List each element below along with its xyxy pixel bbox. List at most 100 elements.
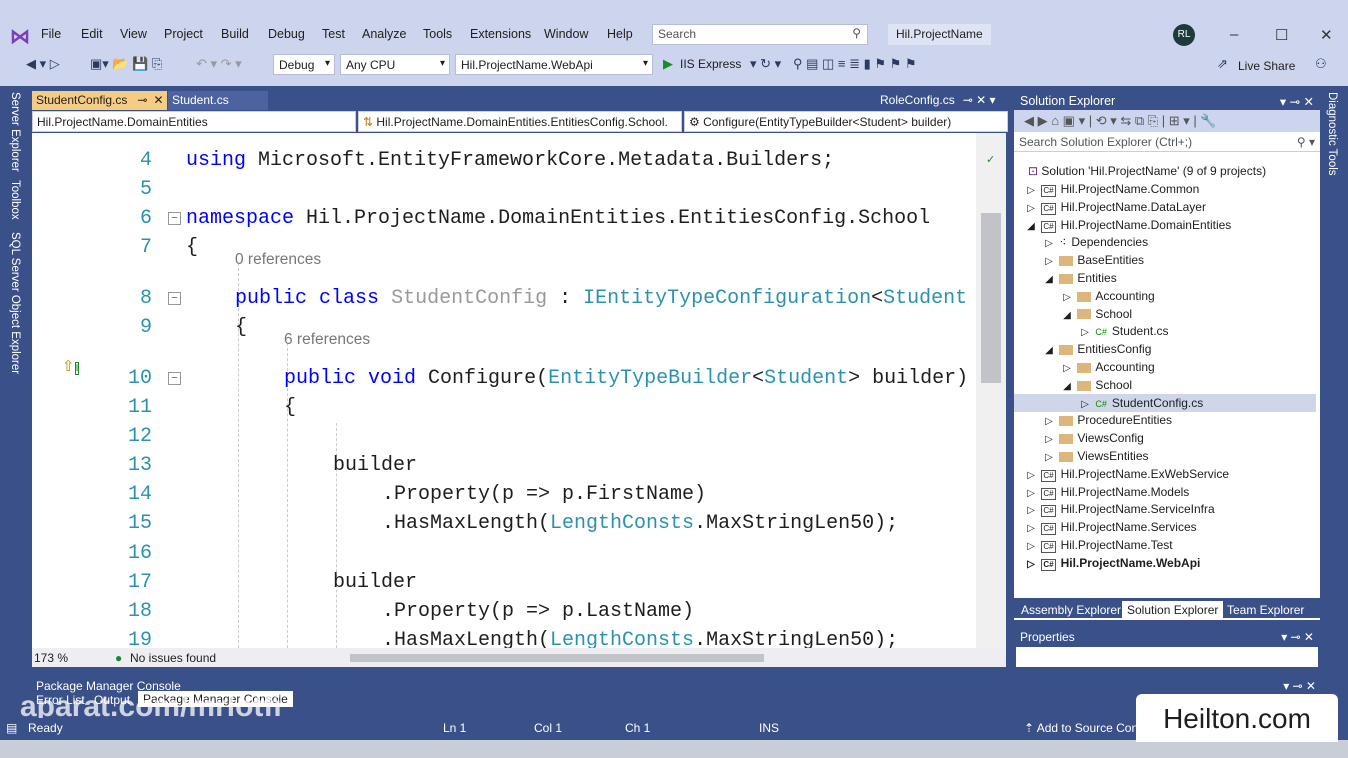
tree-item[interactable]: ◢ Entities bbox=[1014, 269, 1316, 287]
solution-name: Hil.ProjectName bbox=[888, 24, 991, 45]
issues-status[interactable]: No issues found bbox=[130, 651, 216, 665]
menu-debug[interactable]: Debug bbox=[268, 27, 305, 41]
tree-item[interactable]: ▷ ViewsConfig bbox=[1014, 429, 1316, 447]
visual-studio-logo-icon: ⋈ bbox=[10, 26, 30, 48]
menu-extensions[interactable]: Extensions bbox=[470, 27, 531, 41]
project-navbar-dropdown[interactable]: Hil.ProjectName.DomainEntities bbox=[32, 111, 356, 132]
tree-item[interactable]: ▷ C# Hil.ProjectName.DataLayer bbox=[1014, 198, 1316, 216]
minimize-button[interactable]: – bbox=[1230, 26, 1238, 43]
tree-item[interactable]: ▷ C# StudentConfig.cs bbox=[1014, 393, 1316, 412]
tab-solution-explorer[interactable]: Solution Explorer bbox=[1122, 601, 1224, 619]
live-share-button[interactable]: Live Share bbox=[1238, 59, 1295, 73]
undo-icon[interactable]: ↶ ▾ ↷ ▾ bbox=[196, 56, 242, 72]
menu-file[interactable]: File bbox=[41, 27, 61, 41]
tree-item[interactable]: ▷ Accounting bbox=[1014, 287, 1316, 305]
search-box[interactable]: Search ⚲ bbox=[652, 24, 868, 45]
refresh-icon[interactable]: ▾ ↻ ▾ bbox=[750, 56, 781, 72]
tab-label: StudentConfig.cs bbox=[36, 93, 128, 107]
close-tab-icon[interactable]: ✕ bbox=[153, 93, 163, 107]
tree-item[interactable]: ◢ School bbox=[1014, 376, 1316, 394]
tree-item[interactable]: ▷ ViewsEntities bbox=[1014, 447, 1316, 465]
collapse-icon[interactable]: − bbox=[168, 292, 181, 305]
code-line: { bbox=[284, 393, 296, 422]
maximize-button[interactable]: ☐ bbox=[1275, 26, 1288, 44]
code-token: builder bbox=[333, 571, 418, 594]
menu-test[interactable]: Test bbox=[322, 27, 345, 41]
tree-label: School bbox=[1095, 377, 1133, 392]
menu-project[interactable]: Project bbox=[164, 27, 203, 41]
live-share-icon[interactable]: ⇗ bbox=[1217, 56, 1228, 72]
zoom-level-dropdown[interactable]: 173 % bbox=[34, 651, 68, 665]
line-number: 8 bbox=[139, 287, 152, 310]
menu-help[interactable]: Help bbox=[607, 27, 633, 41]
codelens-references[interactable]: 0 references bbox=[235, 249, 321, 271]
side-tab-diagnostic-tools[interactable]: Diagnostic Tools bbox=[1326, 92, 1338, 176]
tree-item[interactable]: ▷ C# Hil.ProjectName.WebApi bbox=[1014, 554, 1316, 572]
tree-item[interactable]: ▷ C# Hil.ProjectName.Services bbox=[1014, 518, 1316, 536]
collapse-icon[interactable]: − bbox=[168, 372, 181, 385]
tree-solution-root[interactable]: ⊡ Solution 'Hil.ProjectName' (9 of 9 pro… bbox=[1028, 162, 1266, 180]
tab-roleconfig[interactable]: RoleConfig.cs ⊸ ✕ ▾ bbox=[876, 91, 1010, 110]
tree-label: Hil.ProjectName.Models bbox=[1060, 484, 1190, 499]
tree-item[interactable]: ◢ School bbox=[1014, 305, 1316, 323]
status-col: Col 1 bbox=[534, 721, 563, 735]
platform-dropdown[interactable]: Any CPU bbox=[340, 54, 450, 75]
new-project-icon[interactable]: ▣▾ 📂 💾 ⎘ bbox=[90, 56, 162, 72]
tree-item[interactable]: ▷ C# Hil.ProjectName.Models bbox=[1014, 483, 1316, 501]
tree-item[interactable]: ▷ BaseEntities bbox=[1014, 251, 1316, 269]
code-editor[interactable]: ⇧I 4 using Microsoft.EntityFrameworkCore.… bbox=[32, 133, 1006, 648]
tree-item[interactable]: ▷ C# Hil.ProjectName.Test bbox=[1014, 536, 1316, 554]
menu-view[interactable]: View bbox=[120, 27, 147, 41]
back-icon[interactable]: ◀ ▾ ▷ bbox=[26, 56, 60, 72]
code-token: < bbox=[871, 287, 884, 310]
type-navbar-dropdown[interactable]: ⇅ Hil.ProjectName.DomainEntities.Entitie… bbox=[358, 111, 682, 132]
tab-team-explorer[interactable]: Team Explorer bbox=[1222, 601, 1309, 619]
vertical-scrollbar[interactable]: ✓ bbox=[976, 133, 1006, 648]
startup-project-dropdown[interactable]: Hil.ProjectName.WebApi bbox=[455, 54, 653, 75]
code-line: public class StudentConfig : IEntityType… bbox=[235, 284, 967, 313]
side-tab-toolbox[interactable]: Toolbox bbox=[9, 180, 21, 220]
solution-search-input[interactable]: Search Solution Explorer (Ctrl+;) ⚲ ▾ bbox=[1014, 132, 1320, 152]
tree-item[interactable]: ▷ C# Student.cs bbox=[1014, 322, 1316, 340]
solution-explorer-toolbar[interactable]: ◀ ▶ ⌂ ▣ ▾ | ⟲ ▾ ⇆ ⧉ ⎘ | ⊞ ▾ | 🔧 bbox=[1014, 110, 1320, 132]
run-icon[interactable]: ▶ bbox=[663, 56, 673, 72]
config-dropdown[interactable]: Debug bbox=[273, 54, 335, 75]
codelens-references[interactable]: 6 references bbox=[284, 329, 370, 351]
code-token: void bbox=[368, 367, 417, 390]
close-button[interactable]: ✕ bbox=[1320, 26, 1333, 44]
menu-window[interactable]: Window bbox=[544, 27, 588, 41]
avatar[interactable]: RL bbox=[1173, 24, 1195, 46]
tab-student[interactable]: Student.cs bbox=[168, 91, 268, 110]
horizontal-scrollbar[interactable] bbox=[350, 654, 764, 662]
run-button[interactable]: IIS Express bbox=[680, 57, 741, 71]
code-line: namespace Hil.ProjectName.DomainEntities… bbox=[186, 204, 930, 233]
tree-item[interactable]: ▷ Accounting bbox=[1014, 358, 1316, 376]
expand-icon[interactable]: ▷ bbox=[1024, 556, 1038, 574]
menu-tools[interactable]: Tools bbox=[423, 27, 452, 41]
side-tab-sql-server-object-explorer[interactable]: SQL Server Object Explorer bbox=[9, 232, 21, 374]
panel-controls[interactable]: ▾ ⊸ ✕ bbox=[1280, 94, 1314, 109]
tab-studentconfig[interactable]: StudentConfig.cs ⊸ ✕ bbox=[32, 91, 167, 110]
member-navbar-dropdown[interactable]: ⚙ Configure(EntityTypeBuilder<Student> b… bbox=[684, 111, 1008, 132]
toolbar-icons[interactable]: ⚲ ▤ ◫ ≡ ≣ ▮ ⚑ ⚑ ⚑ bbox=[793, 56, 917, 72]
menu-build[interactable]: Build bbox=[221, 27, 249, 41]
tree-item[interactable]: ▷ ⁖ Dependencies bbox=[1014, 233, 1316, 251]
tree-item[interactable]: ▷ C# Hil.ProjectName.ExWebService bbox=[1014, 465, 1316, 483]
pin-icon[interactable]: ⊸ bbox=[137, 93, 147, 107]
tree-label: ProcedureEntities bbox=[1077, 413, 1173, 428]
tree-item[interactable]: ◢ EntitiesConfig bbox=[1014, 340, 1316, 358]
tree-item[interactable]: ▷ ProcedureEntities bbox=[1014, 411, 1316, 429]
tab-assembly-explorer[interactable]: Assembly Explorer bbox=[1016, 601, 1126, 619]
menu-analyze[interactable]: Analyze bbox=[362, 27, 406, 41]
menu-edit[interactable]: Edit bbox=[81, 27, 103, 41]
side-tab-server-explorer[interactable]: Server Explorer bbox=[9, 92, 21, 172]
pin-icon[interactable]: ⊸ ✕ ▾ bbox=[963, 93, 996, 107]
tree-item[interactable]: ▷ C# Hil.ProjectName.ServiceInfra bbox=[1014, 500, 1316, 518]
properties-dropdown[interactable] bbox=[1016, 647, 1318, 667]
collapse-icon[interactable]: − bbox=[168, 212, 181, 225]
tree-item[interactable]: ▷ C# Hil.ProjectName.Common bbox=[1014, 180, 1316, 198]
code-line: using Microsoft.EntityFrameworkCore.Meta… bbox=[186, 146, 834, 175]
feedback-icon[interactable]: ⚇ bbox=[1315, 56, 1327, 72]
tree-label: ViewsEntities bbox=[1077, 449, 1149, 463]
tree-item[interactable]: ◢ C# Hil.ProjectName.DomainEntities bbox=[1014, 216, 1316, 234]
